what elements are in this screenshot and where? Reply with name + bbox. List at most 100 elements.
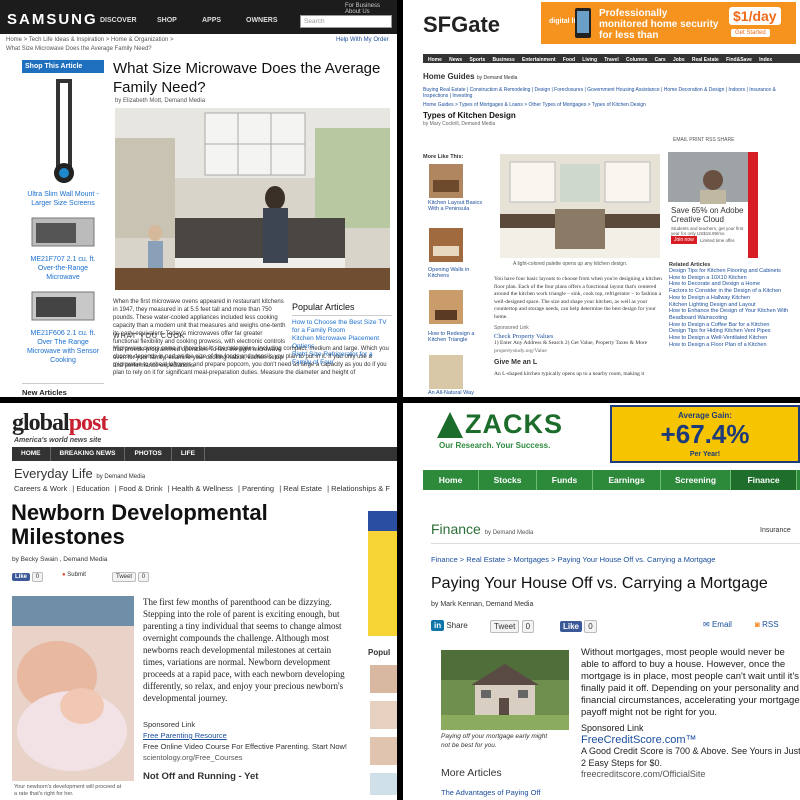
product-link[interactable]: ME21F707 2.1 cu. ft. Over-the-Range Micr…	[22, 255, 104, 282]
related-link[interactable]: Design Tips for Kitchen Flooring and Cab…	[669, 268, 797, 275]
home-guides-title: Home Guides by Demand Media	[423, 72, 518, 81]
sponsored-link[interactable]: FreeCreditScore.com™	[581, 734, 800, 747]
nav-item[interactable]: Index	[759, 56, 772, 65]
more-link[interactable]: Opening Walls in Kitchens	[428, 267, 488, 279]
zacks-logo[interactable]: ZACKS	[465, 409, 563, 440]
nav-item[interactable]: Food	[563, 56, 575, 65]
nav-item[interactable]: Cars	[655, 56, 666, 65]
breadcrumb[interactable]: Home Guides > Types of Mortgages & Loans…	[423, 102, 646, 108]
for-business-link[interactable]: For Business About Us	[345, 3, 397, 15]
nav-stocks[interactable]: Stocks	[479, 470, 537, 490]
related-link[interactable]: How to Design a Well-Ventilated Kitchen	[669, 335, 797, 342]
kitchen-thumb[interactable]	[429, 164, 463, 198]
nav-life[interactable]: LIFE	[172, 447, 205, 461]
article-title: What Size Microwave Does the Average Fam…	[113, 60, 381, 96]
subnav-item[interactable]: Education	[76, 484, 109, 493]
related-link[interactable]: How to Design a 10X10 Kitchen	[669, 275, 797, 282]
breadcrumb[interactable]: Finance > Real Estate > Mortgages > Payi…	[431, 555, 715, 564]
subnav-item[interactable]: Parenting	[242, 484, 274, 493]
security-ad[interactable]: digital life Professionally monitored ho…	[541, 2, 796, 44]
join-now-button[interactable]: Join now	[671, 236, 697, 244]
sfgate-logo[interactable]: SFGate	[423, 12, 500, 38]
related-link[interactable]: How to Design a Coffee Bar for a Kitchen	[669, 322, 797, 329]
product-link[interactable]: Ultra Slim Wall Mount - Larger Size Scre…	[22, 190, 104, 208]
nav-breaking[interactable]: BREAKING NEWS	[51, 447, 126, 461]
nav-shop[interactable]: SHOP	[157, 17, 177, 24]
nav-item[interactable]: Entertainment	[522, 56, 556, 65]
tweet-button[interactable]: Tweet 0	[490, 620, 535, 633]
subnav-item[interactable]: Real Estate	[283, 484, 322, 493]
nav-owners[interactable]: OWNERS	[246, 17, 278, 24]
insurance-tab[interactable]: Insurance	[760, 527, 791, 534]
popular-link[interactable]: How to Choose the Best Size TV for a Fam…	[292, 319, 392, 335]
get-started-button[interactable]: Get Started	[731, 29, 770, 37]
nav-item[interactable]: Columns	[626, 56, 647, 65]
nav-home[interactable]: Home	[423, 470, 479, 490]
email-link[interactable]: ✉ Email	[703, 620, 732, 629]
more-link[interactable]: Kitchen Layout Basics With a Peninsula	[428, 200, 488, 212]
share-tools[interactable]: EMAIL PRINT RSS SHARE	[673, 137, 734, 143]
subnav-item[interactable]: Careers & Work	[14, 484, 67, 493]
breadcrumb[interactable]: Home > Tech Life Ideas & Inspiration > H…	[6, 37, 173, 43]
sponsored-link[interactable]: Free Parenting Resource	[143, 730, 358, 741]
subnav-item[interactable]: Health & Wellness	[172, 484, 233, 493]
gain-banner[interactable]: Average Gain: +67.4% Per Year!	[610, 405, 800, 463]
kitchen-thumb[interactable]	[429, 228, 463, 262]
sponsored-link[interactable]: Check Property Values	[494, 333, 666, 341]
subnav-item[interactable]: Food & Drink	[119, 484, 163, 493]
nav-earnings[interactable]: Earnings	[593, 470, 661, 490]
photo-caption: A light-colored palette opens up any kit…	[513, 261, 628, 267]
tweet-button[interactable]: Tweet 0	[112, 572, 150, 582]
nav-item[interactable]: Home	[428, 56, 442, 65]
nav-item[interactable]: Business	[493, 56, 515, 65]
like-button[interactable]: Like 0	[560, 620, 597, 633]
article-title: Newborn Developmental Milestones	[11, 500, 268, 549]
nav-item[interactable]: Travel	[604, 56, 618, 65]
adobe-ad[interactable]: Save 65% on Adobe Creative Cloud Student…	[668, 152, 758, 258]
globalpost-logo[interactable]: globalpost	[12, 410, 108, 437]
submit-button[interactable]: ● Submit	[62, 572, 86, 578]
like-button[interactable]: Like 0	[12, 572, 44, 582]
product-link[interactable]: ME21F606 2.1 cu. ft. Over The Range Micr…	[22, 329, 104, 365]
help-link[interactable]: Help With My Order	[336, 37, 389, 43]
popular-thumbs[interactable]	[370, 665, 397, 795]
microwave-image[interactable]	[22, 287, 104, 327]
nav-discover[interactable]: DISCOVER	[100, 17, 137, 24]
kitchen-thumb[interactable]	[429, 290, 463, 324]
search-input[interactable]: Search	[300, 15, 392, 28]
nav-screening[interactable]: Screening	[661, 470, 731, 490]
related-link[interactable]: How to Enhance the Design of Your Kitche…	[669, 308, 797, 321]
kitchen-photo	[500, 154, 660, 258]
nav-item[interactable]: Jobs	[673, 56, 685, 65]
nav-finance[interactable]: Finance	[731, 470, 797, 490]
article-body: You have four basic layouts to choose fr…	[494, 276, 666, 378]
samsung-logo[interactable]: SAMSUNG	[7, 11, 98, 28]
section-title: Finance by Demand Media	[431, 521, 534, 537]
related-link[interactable]: How to Decorate and Design a Home	[669, 281, 797, 288]
more-article-link[interactable]: The Advantages of Paying Off	[441, 788, 541, 797]
related-link[interactable]: Kitchen Lighting Design and Layout	[669, 302, 797, 309]
linkedin-share-button[interactable]: in Share	[431, 620, 468, 631]
nav-photos[interactable]: PHOTOS	[125, 447, 172, 461]
topic-links[interactable]: Buying Real Estate | Construction & Remo…	[423, 87, 800, 99]
subnav-item[interactable]: Relationships & F	[331, 484, 390, 493]
related-link[interactable]: Factors to Consider in the Design of a K…	[669, 288, 797, 295]
nav-funds[interactable]: Funds	[537, 470, 593, 490]
nav-apps[interactable]: APPS	[202, 17, 221, 24]
side-ad[interactable]	[368, 511, 397, 636]
nav-item[interactable]: Find&Save	[726, 56, 752, 65]
nav-item[interactable]: Real Estate	[692, 56, 719, 65]
more-link[interactable]: How to Redesign a Kitchen Triangle	[428, 331, 488, 343]
wall-mount-image[interactable]	[22, 73, 104, 188]
more-link[interactable]: An All-Natural Way	[428, 390, 488, 396]
related-link[interactable]: How to Design a Floor Plan of a Kitchen	[669, 342, 797, 349]
nav-item[interactable]: Sports	[469, 56, 485, 65]
nav-item[interactable]: Living	[582, 56, 597, 65]
microwave-image[interactable]	[22, 213, 104, 253]
kitchen-thumb[interactable]	[429, 355, 463, 389]
nav-home[interactable]: HOME	[12, 447, 51, 461]
nav-item[interactable]: News	[449, 56, 462, 65]
related-link[interactable]: How to Design a Hallway Kitchen	[669, 295, 797, 302]
related-link[interactable]: Design Tips for Hiding Kitchen Vent Pipe…	[669, 328, 797, 335]
rss-link[interactable]: ◙ RSS	[755, 620, 779, 629]
